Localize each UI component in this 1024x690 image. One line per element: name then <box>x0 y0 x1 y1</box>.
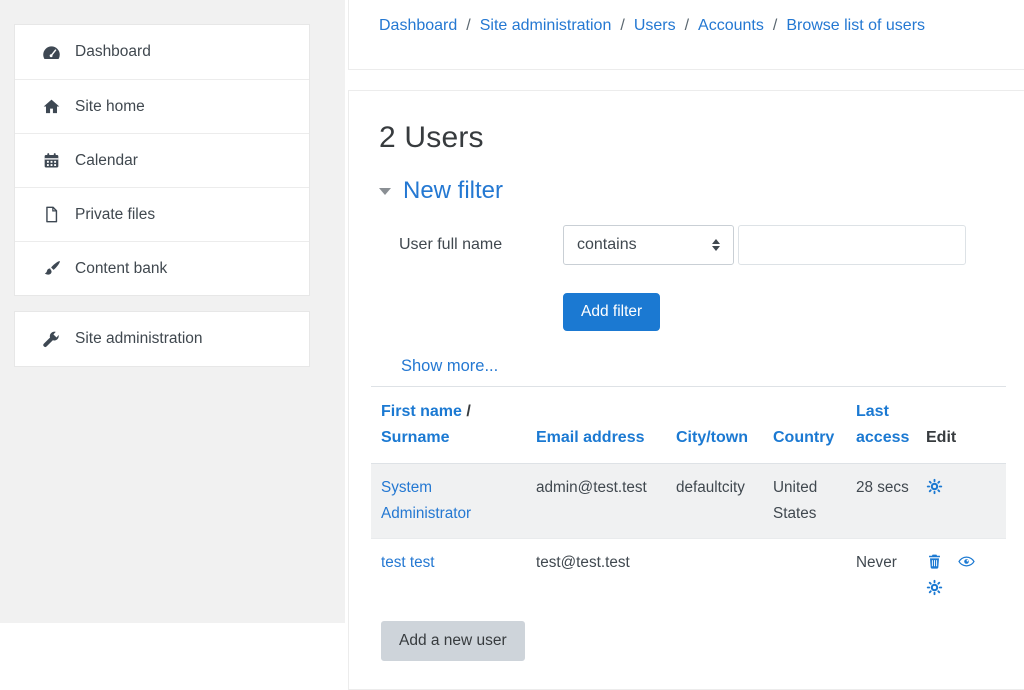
trash-icon[interactable] <box>926 553 943 570</box>
breadcrumb-link-accounts[interactable]: Accounts <box>698 17 764 35</box>
breadcrumb-separator: / <box>466 17 470 35</box>
sort-email-link[interactable]: Email address <box>536 429 645 446</box>
users-table: First name / Surname Email address City/… <box>371 387 1006 607</box>
header-email: Email address <box>526 387 666 464</box>
sidebar-item-label: Content bank <box>75 260 167 278</box>
breadcrumb: Dashboard / Site administration / Users … <box>379 17 1024 35</box>
header-city: City/town <box>666 387 763 464</box>
breadcrumb-card: Dashboard / Site administration / Users … <box>348 0 1024 70</box>
add-new-user-button[interactable]: Add a new user <box>381 621 525 661</box>
sidebar-item-dashboard[interactable]: Dashboard <box>15 25 309 79</box>
gear-icon[interactable] <box>926 478 943 495</box>
header-name-separator: / <box>466 403 470 420</box>
collapse-caret-icon <box>379 188 391 195</box>
operator-selected-value: contains <box>577 236 637 254</box>
sidebar-item-private-files[interactable]: Private files <box>15 187 309 241</box>
breadcrumb-link-dashboard[interactable]: Dashboard <box>379 17 457 35</box>
page-title: 2 Users <box>379 121 1024 155</box>
breadcrumb-link-site-administration[interactable]: Site administration <box>480 17 612 35</box>
header-name: First name / Surname <box>371 387 526 464</box>
table-row: System Administrator admin@test.test def… <box>371 464 1006 539</box>
sort-country-link[interactable]: Country <box>773 429 834 446</box>
nav-drawer: Dashboard Site home Calendar Private fil… <box>0 0 345 623</box>
show-more-link[interactable]: Show more... <box>401 357 498 376</box>
user-email-cell: test@test.test <box>526 539 666 608</box>
breadcrumb-separator: / <box>685 17 689 35</box>
sidebar-item-calendar[interactable]: Calendar <box>15 133 309 187</box>
nav-group-main: Dashboard Site home Calendar Private fil… <box>14 24 310 296</box>
sidebar-item-label: Private files <box>75 206 155 224</box>
user-name-link[interactable]: System Administrator <box>381 479 471 522</box>
user-country-cell: United States <box>763 464 846 539</box>
new-filter-toggle[interactable]: New filter <box>379 177 1024 205</box>
user-name-cell: test test <box>371 539 526 608</box>
sort-last-access-link[interactable]: Last access <box>856 403 909 446</box>
wrench-icon <box>42 330 61 349</box>
user-email-cell: admin@test.test <box>526 464 666 539</box>
table-header-row: First name / Surname Email address City/… <box>371 387 1006 464</box>
sort-first-name-link[interactable]: First name <box>381 403 462 420</box>
operator-select[interactable]: contains <box>563 225 734 265</box>
breadcrumb-separator: / <box>620 17 624 35</box>
new-filter-label: New filter <box>403 177 503 205</box>
file-icon <box>42 205 61 224</box>
add-filter-button[interactable]: Add filter <box>563 293 660 331</box>
breadcrumb-link-browse-list-of-users[interactable]: Browse list of users <box>786 17 925 35</box>
gear-icon[interactable] <box>926 579 943 596</box>
user-name-link[interactable]: test test <box>381 554 435 571</box>
filter-value-input[interactable] <box>738 225 966 265</box>
nav-group-admin: Site administration <box>14 311 310 367</box>
sidebar-item-label: Site administration <box>75 330 203 348</box>
filter-row: User full name contains <box>399 225 1024 265</box>
breadcrumb-separator: / <box>773 17 777 35</box>
sidebar-item-label: Site home <box>75 98 145 116</box>
user-name-cell: System Administrator <box>371 464 526 539</box>
header-edit: Edit <box>916 387 1006 464</box>
header-country: Country <box>763 387 846 464</box>
sort-surname-link[interactable]: Surname <box>381 429 449 446</box>
calendar-icon <box>42 151 61 170</box>
home-icon <box>42 97 61 116</box>
header-last-access: Last access <box>846 387 916 464</box>
user-last-access-cell: 28 secs <box>846 464 916 539</box>
content-card: 2 Users New filter User full name contai… <box>348 90 1024 690</box>
sidebar-item-site-home[interactable]: Site home <box>15 79 309 133</box>
user-edit-cell <box>916 464 1006 539</box>
sidebar-item-site-administration[interactable]: Site administration <box>15 312 309 366</box>
select-updown-icon <box>712 239 720 251</box>
sidebar-item-label: Calendar <box>75 152 138 170</box>
eye-icon[interactable] <box>958 553 975 570</box>
user-full-name-label: User full name <box>399 236 563 254</box>
sort-city-link[interactable]: City/town <box>676 429 748 446</box>
user-last-access-cell: Never <box>846 539 916 608</box>
sidebar-item-content-bank[interactable]: Content bank <box>15 241 309 295</box>
breadcrumb-link-users[interactable]: Users <box>634 17 676 35</box>
dashboard-gauge-icon <box>42 43 61 62</box>
paintbrush-icon <box>42 259 61 278</box>
user-city-cell <box>666 539 763 608</box>
sidebar-item-label: Dashboard <box>75 43 151 61</box>
table-row: test test test@test.test Never <box>371 539 1006 608</box>
user-country-cell <box>763 539 846 608</box>
user-edit-cell <box>916 539 1006 608</box>
user-city-cell: defaultcity <box>666 464 763 539</box>
